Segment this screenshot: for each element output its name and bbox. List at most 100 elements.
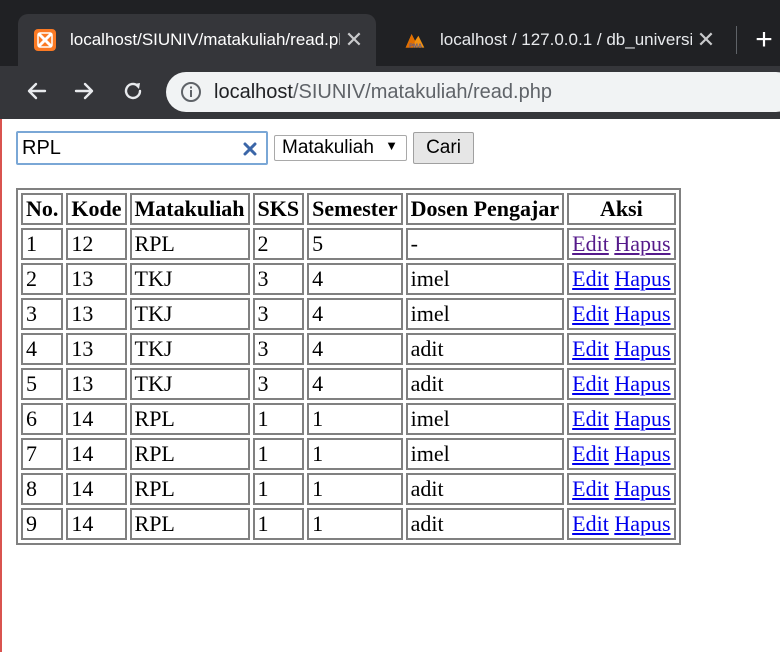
search-input[interactable] [22,136,232,160]
table-cell: imel [405,438,565,470]
tab-title: localhost / 127.0.0.1 / db_universitas [440,30,692,49]
action-cell: Edit Hapus [567,473,676,505]
table-cell: TKJ [129,368,250,400]
table-cell: 3 [252,333,305,365]
table-cell: 1 [252,508,305,540]
edit-link[interactable]: Edit [572,441,609,466]
table-cell: imel [405,403,565,435]
table-cell: 1 [252,403,305,435]
table-cell: adit [405,473,565,505]
table-cell: 5 [21,368,64,400]
table-cell: imel [405,263,565,295]
column-header: Aksi [567,193,676,225]
edit-link[interactable]: Edit [572,406,609,431]
table-cell: 1 [307,473,403,505]
window-edge [0,119,2,652]
table-cell: 1 [252,473,305,505]
table-row: 3 13 TKJ 3 4 imel Edit Hapus [21,298,676,330]
close-icon[interactable]: ✕ [692,27,720,53]
action-cell: Edit Hapus [567,368,676,400]
delete-link[interactable]: Hapus [614,511,670,536]
table-cell: 3 [252,263,305,295]
edit-link[interactable]: Edit [572,301,609,326]
table-cell: 4 [307,333,403,365]
table-cell: 13 [66,298,127,330]
tab-matakuliah[interactable]: localhost/SIUNIV/matakuliah/read.php ✕ [18,14,376,66]
column-header: SKS [252,193,305,225]
search-box[interactable] [16,131,268,165]
delete-link[interactable]: Hapus [614,301,670,326]
table-cell: RPL [129,403,250,435]
table-row: 1 12 RPL 2 5- Edit Hapus [21,228,676,260]
action-cell: Edit Hapus [567,228,676,260]
delete-link[interactable]: Hapus [614,336,670,361]
action-cell: Edit Hapus [567,508,676,540]
close-icon[interactable]: ✕ [340,27,368,53]
delete-link[interactable]: Hapus [614,371,670,396]
edit-link[interactable]: Edit [572,371,609,396]
table-cell: - [405,228,565,260]
xampp-icon [34,29,56,51]
edit-link[interactable]: Edit [572,336,609,361]
search-button[interactable]: Cari [413,132,474,164]
table-cell: 14 [66,473,127,505]
table-cell: 3 [252,298,305,330]
delete-link[interactable]: Hapus [614,476,670,501]
browser-toolbar: localhost/SIUNIV/matakuliah/read.php [0,66,780,116]
table-cell: 4 [307,368,403,400]
table-cell: 13 [66,333,127,365]
table-cell: 2 [252,228,305,260]
column-header: Semester [307,193,403,225]
tab-phpmyadmin[interactable]: PMA localhost / 127.0.0.1 / db_universit… [388,14,728,66]
action-cell: Edit Hapus [567,298,676,330]
forward-arrow-icon [74,82,94,100]
table-header-row: No. Kode Matakuliah SKS Semester Dosen P… [21,193,676,225]
table-row: 4 13 TKJ 3 4 adit Edit Hapus [21,333,676,365]
table-cell: 2 [21,263,64,295]
address-bar[interactable]: localhost/SIUNIV/matakuliah/read.php [166,72,780,112]
column-header: Dosen Pengajar [405,193,565,225]
back-arrow-icon [27,82,47,100]
column-header: Kode [66,193,127,225]
delete-link[interactable]: Hapus [614,441,670,466]
table-cell: 13 [66,368,127,400]
table-row: 5 13 TKJ 3 4 adit Edit Hapus [21,368,676,400]
table-row: 9 14 RPL 1 1 adit Edit Hapus [21,508,676,540]
back-button[interactable] [20,74,54,108]
table-cell: 1 [307,438,403,470]
tab-strip: localhost/SIUNIV/matakuliah/read.php ✕ P… [0,0,780,66]
table-cell: 13 [66,263,127,295]
clear-icon[interactable] [240,137,260,161]
edit-link[interactable]: Edit [572,511,609,536]
table-row: 7 14 RPL 1 1 imel Edit Hapus [21,438,676,470]
url-host: localhost [214,80,293,103]
matakuliah-table: No. Kode Matakuliah SKS Semester Dosen P… [16,188,681,545]
table-cell: RPL [129,228,250,260]
table-body: 1 12 RPL 2 5- Edit Hapus 2 13 TKJ 3 4 imel Edit Hapu… [21,228,676,540]
edit-link[interactable]: Edit [572,476,609,501]
table-cell: TKJ [129,333,250,365]
table-cell: 1 [21,228,64,260]
reload-button[interactable] [116,74,150,108]
table-cell: 14 [66,508,127,540]
table-cell: 9 [21,508,64,540]
info-icon[interactable] [180,81,202,103]
delete-link[interactable]: Hapus [614,231,670,256]
table-cell: 8 [21,473,64,505]
edit-link[interactable]: Edit [572,266,609,291]
table-cell: RPL [129,438,250,470]
edit-link[interactable]: Edit [572,231,609,256]
table-cell: RPL [129,508,250,540]
action-cell: Edit Hapus [567,403,676,435]
category-select[interactable]: Matakuliah ▼ [274,135,407,161]
table-cell: imel [405,298,565,330]
new-tab-button[interactable]: + [748,20,780,60]
reload-icon [124,82,142,100]
table-cell: 4 [21,333,64,365]
forward-button[interactable] [67,74,101,108]
table-cell: 14 [66,403,127,435]
table-cell: 6 [21,403,64,435]
table-cell: adit [405,368,565,400]
delete-link[interactable]: Hapus [614,266,670,291]
delete-link[interactable]: Hapus [614,406,670,431]
